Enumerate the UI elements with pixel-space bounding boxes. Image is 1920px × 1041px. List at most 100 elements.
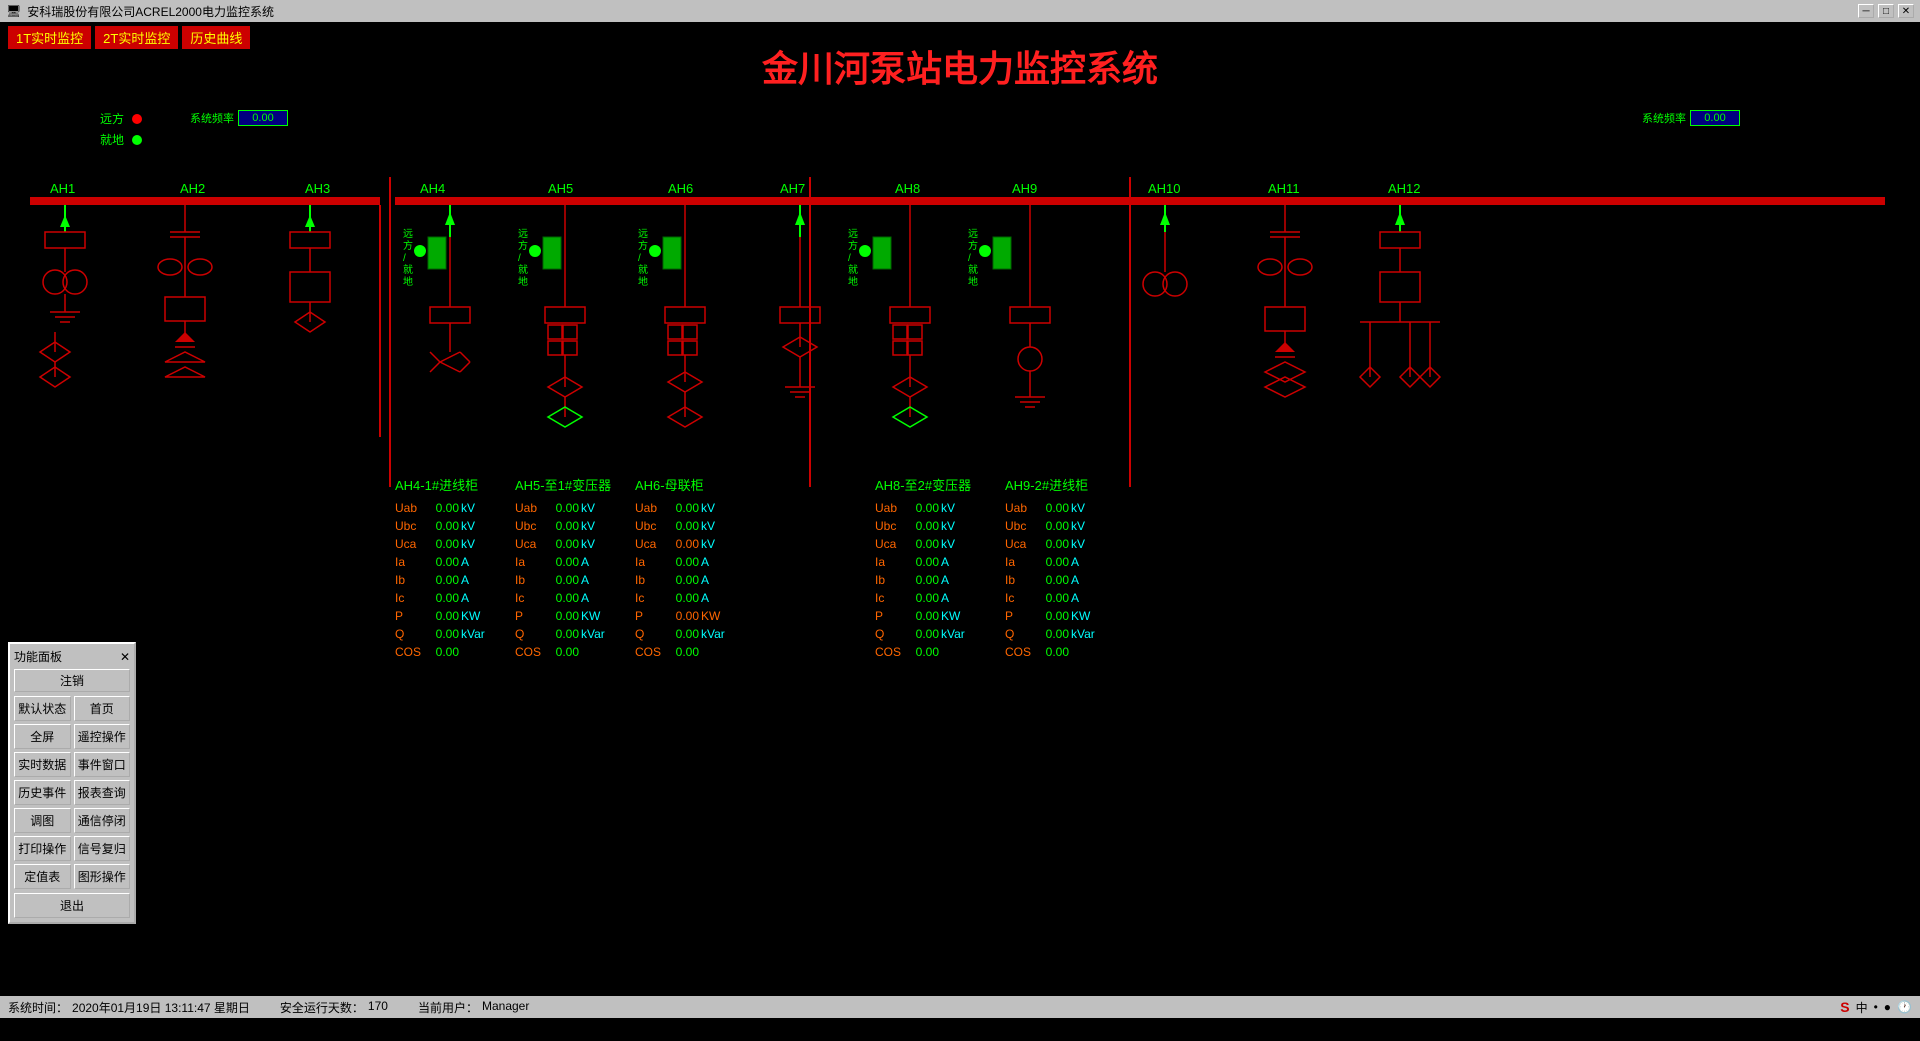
func-realtime-data-button[interactable]: 实时数据 [14,752,71,777]
status-sys-time: 系统时间： 2020年01月19日 13:11:47 星期日 [8,999,250,1016]
busbar-label-ah5: AH5 [548,181,573,196]
panel-title-ah6: AH6-母联柜 [635,475,729,494]
remote-dot-red [132,114,142,124]
freq-input-right[interactable] [1690,110,1740,126]
current-user-value: Manager [482,999,529,1016]
status-current-user: 当前用户： Manager [418,999,529,1016]
func-exit-button[interactable]: 退出 [14,893,130,918]
svg-text:就: 就 [968,263,978,276]
func-button-grid: 默认状态 首页 全屏 遥控操作 实时数据 事件窗口 历史事件 报表查询 调图 通… [14,696,130,889]
svg-text:地: 地 [638,275,648,288]
func-history-event-button[interactable]: 历史事件 [14,780,71,805]
data-row-q-1: Q 0.00 kVar [395,626,489,642]
busbar-left [30,197,380,205]
func-graphic-button[interactable]: 图形操作 [74,864,131,889]
local-dot-green [132,135,142,145]
panel-title-ah5: AH5-至1#变压器 [515,475,611,494]
status-icon-zh: 中 [1856,999,1868,1016]
svg-text:方: 方 [968,239,978,252]
minimize-button[interactable]: ─ [1858,4,1874,18]
func-event-window-button[interactable]: 事件窗口 [74,752,131,777]
svg-text:就: 就 [638,263,648,276]
func-home-button[interactable]: 首页 [74,696,131,721]
func-comm-stop-button[interactable]: 通信停闭 [74,808,131,833]
page-title: 金川河泵站电力监控系统 [762,40,1158,92]
data-panel-ah9: AH9-2#进线柜 Uab0.00kV Ubc0.00kV Uca0.00kV … [1005,475,1099,662]
data-row-ia-1: Ia 0.00 A [395,554,489,570]
data-panel-ah6: AH6-母联柜 Uab0.00kV Ubc0.00kV Uca0.00kV Ia… [635,475,729,662]
func-default-state-button[interactable]: 默认状态 [14,696,71,721]
svg-text:/: / [518,253,521,264]
svg-text:/: / [848,253,851,264]
remote-local-indicators: 远方 就地 [100,110,142,148]
safe-run-label: 安全运行天数： [280,999,364,1016]
busbar-label-ah2: AH2 [180,181,205,196]
svg-text:方: 方 [638,239,648,252]
svg-text:方: 方 [403,239,413,252]
busbar-label-ah12: AH12 [1388,181,1421,196]
menu-history-curve[interactable]: 历史曲线 [182,26,250,49]
data-panel-ah5: AH5-至1#变压器 Uab0.00kV Ubc0.00kV Uca0.00kV… [515,475,611,662]
data-row-uab-1: Uab 0.00 kV [395,500,489,516]
data-row-ic-1: Ic 0.00 A [395,590,489,606]
svg-text:/: / [638,253,641,264]
busbar-label-ah9: AH9 [1012,181,1037,196]
svg-text:远: 远 [638,228,648,240]
svg-text:就: 就 [518,263,528,276]
func-report-query-button[interactable]: 报表查询 [74,780,131,805]
svg-text:就: 就 [848,263,858,276]
busbar-label-ah3: AH3 [305,181,330,196]
menu-1t-monitor[interactable]: 1T实时监控 [8,26,91,49]
func-adjust-diagram-button[interactable]: 调图 [14,808,71,833]
main-area: 1T实时监控 2T实时监控 历史曲线 金川河泵站电力监控系统 系统频率 系统频率… [0,22,1920,1018]
svg-text:远: 远 [968,228,978,240]
svg-text:地: 地 [848,275,858,288]
status-icon-dot2: ● [1884,1000,1891,1014]
close-button[interactable]: ✕ [1898,4,1914,18]
svg-text:地: 地 [403,275,413,288]
app-icon: 🖥 [6,4,21,18]
panel-title-ah8: AH8-至2#变压器 [875,475,971,494]
app-title: 安科瑞股份有限公司ACREL2000电力监控系统 [27,3,274,20]
status-safe-run: 安全运行天数： 170 [280,999,388,1016]
data-panel-ah8: AH8-至2#变压器 Uab0.00kV Ubc0.00kV Uca0.00kV… [875,475,971,662]
sys-time-value: 2020年01月19日 13:11:47 星期日 [72,999,250,1016]
title-bar: 🖥 安科瑞股份有限公司ACREL2000电力监控系统 ─ □ ✕ [0,0,1920,22]
svg-text:/: / [403,253,406,264]
function-panel: 功能面板 ✕ 注销 默认状态 首页 全屏 遥控操作 实时数据 事件窗口 历史事件… [8,642,136,924]
remote-label: 远方 [100,110,124,127]
func-cancel-button[interactable]: 注销 [14,669,130,692]
data-row-p-1: P 0.00 KW [395,608,489,624]
menu-2t-monitor[interactable]: 2T实时监控 [95,26,178,49]
status-bar: 系统时间： 2020年01月19日 13:11:47 星期日 安全运行天数： 1… [0,996,1920,1018]
remote-indicator: 远方 [100,110,142,127]
svg-text:远: 远 [848,228,858,240]
busbar-label-ah8: AH8 [895,181,920,196]
freq-input-left[interactable] [238,110,288,126]
func-print-button[interactable]: 打印操作 [14,836,71,861]
sys-freq-left: 系统频率 [190,110,288,126]
local-indicator: 就地 [100,131,142,148]
sys-freq-right: 系统频率 [1642,110,1740,126]
busbar-middle-left [395,197,830,205]
svg-text:远: 远 [403,228,413,240]
status-icon-dot1: • [1874,1000,1878,1014]
main-diagram-svg: AH1 AH2 AH3 [0,177,1920,487]
menu-bar: 1T实时监控 2T实时监控 历史曲线 [8,26,250,49]
busbar-label-ah6: AH6 [668,181,693,196]
status-icon-s: S [1840,999,1849,1015]
svg-text:就: 就 [403,263,413,276]
func-signal-reset-button[interactable]: 信号复归 [74,836,131,861]
sys-time-label: 系统时间： [8,999,68,1016]
func-remote-ctrl-button[interactable]: 遥控操作 [74,724,131,749]
status-icon-clock: 🕐 [1897,1000,1912,1014]
data-row-ib-1: Ib 0.00 A [395,572,489,588]
func-fullscreen-button[interactable]: 全屏 [14,724,71,749]
func-panel-title: 功能面板 ✕ [14,648,130,665]
svg-text:远: 远 [518,228,528,240]
svg-text:地: 地 [968,275,978,288]
freq-label-left: 系统频率 [190,110,234,126]
func-setpoint-button[interactable]: 定值表 [14,864,71,889]
func-panel-close-button[interactable]: ✕ [120,650,130,664]
maximize-button[interactable]: □ [1878,4,1894,18]
